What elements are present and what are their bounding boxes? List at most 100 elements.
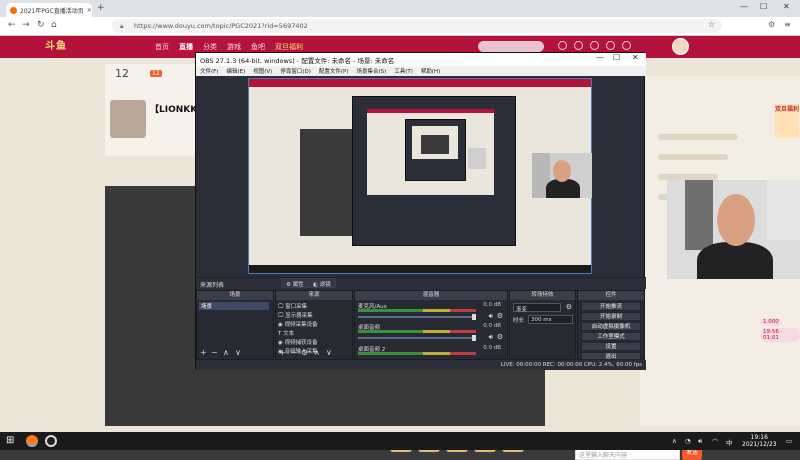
minimize-icon[interactable]: — — [740, 2, 748, 11]
volume-icon[interactable]: 🔊︎ — [698, 437, 702, 446]
mixer-header: 混音器 — [355, 291, 507, 300]
move-up-icon[interactable]: ∧ — [223, 348, 229, 357]
nav-category[interactable]: 分类 — [203, 42, 217, 52]
ime-icon[interactable]: 中 — [726, 437, 733, 447]
move-down-icon[interactable]: ∨ — [235, 348, 241, 357]
volume-slider[interactable] — [358, 337, 476, 339]
close-tab-icon[interactable]: ✕ — [87, 7, 92, 14]
captured-webcam — [468, 147, 487, 170]
close-icon[interactable]: ✕ — [632, 53, 639, 62]
maximize-icon[interactable]: ☐ — [760, 2, 767, 11]
remove-icon[interactable]: − — [211, 348, 218, 357]
exit-button[interactable]: 退出 — [581, 352, 641, 360]
slider-handle[interactable] — [472, 335, 476, 341]
firefox-icon[interactable] — [26, 435, 38, 447]
tray-chevron-icon[interactable]: ∧ — [672, 437, 677, 445]
slider-handle[interactable] — [472, 314, 476, 320]
studio-mode-button[interactable]: 工作室模式 — [581, 332, 641, 341]
duration-input[interactable]: 300 ms — [528, 315, 573, 324]
source-item[interactable]: ◉ 视频采集设备 — [278, 320, 318, 328]
channel-db: 0.0 dB — [483, 302, 501, 308]
menu-help[interactable]: 帮助(H) — [421, 67, 440, 75]
menu-docks[interactable]: 停靠窗口(D) — [280, 67, 311, 75]
address-bar[interactable]: 🔒︎ https://www.douyu.com/topic/PGC2021?r… — [112, 19, 722, 33]
maximize-icon[interactable]: ☐ — [613, 53, 620, 62]
network-icon[interactable]: ◔ — [685, 437, 691, 445]
source-toolbar-label: 来源列表 — [200, 282, 225, 289]
sources-header: 来源 — [276, 291, 352, 300]
source-label: 文本 — [283, 331, 295, 337]
obs-taskbar-icon[interactable] — [45, 435, 57, 447]
site-logo[interactable]: 斗鱼 — [45, 37, 110, 57]
virtual-camera-button[interactable]: 启动虚拟摄像机 — [581, 322, 641, 331]
new-tab-icon[interactable]: + — [97, 3, 105, 13]
back-icon[interactable]: ← — [8, 20, 16, 30]
nav-holiday[interactable]: 双旦福利 — [275, 42, 303, 52]
user-avatar[interactable] — [672, 38, 689, 55]
fan-badge: 12 — [150, 70, 162, 77]
extensions-icon[interactable]: ⚙ — [768, 20, 775, 29]
nav-live[interactable]: 直播 — [179, 42, 193, 52]
obs-menubar: 文件(F) 编辑(E) 视图(V) 停靠窗口(D) 配置文件(P) 场景集合(S… — [196, 66, 646, 76]
gear-icon[interactable]: ⚙ — [497, 312, 503, 320]
menu-scene-collection[interactable]: 场景集合(S) — [356, 67, 386, 75]
nav-games[interactable]: 游戏 — [227, 42, 241, 52]
remove-icon[interactable]: − — [290, 348, 297, 357]
task-icon[interactable] — [622, 41, 631, 50]
channel-db: 0.0 dB — [483, 345, 501, 351]
add-icon[interactable]: + — [200, 348, 207, 357]
start-streaming-button[interactable]: 开始推流 — [581, 302, 641, 311]
start-recording-button[interactable]: 开始录制 — [581, 312, 641, 321]
close-window-icon[interactable]: ✕ — [783, 2, 790, 11]
filters-button[interactable]: ◐ 滤镜 — [308, 278, 336, 288]
windows-start-icon[interactable]: ⊞ — [6, 436, 14, 446]
history-icon[interactable] — [558, 41, 567, 50]
notification-icon[interactable]: ▭ — [786, 437, 792, 445]
move-up-icon[interactable]: ∧ — [314, 348, 320, 357]
bookmark-star-icon[interactable]: ☆ — [708, 20, 715, 29]
wifi-icon[interactable]: ◠ — [712, 437, 718, 445]
speaker-icon[interactable]: 🔊︎ — [489, 312, 493, 321]
settings-button[interactable]: 设置 — [581, 342, 641, 351]
forward-icon[interactable]: → — [22, 20, 30, 30]
follow-icon[interactable] — [574, 41, 583, 50]
menu-profile[interactable]: 配置文件(P) — [319, 67, 349, 75]
menu-view[interactable]: 视图(V) — [253, 67, 272, 75]
source-item[interactable]: 🖵︎ 显示器采集 — [278, 311, 313, 320]
lottery-badge[interactable]: 双旦福利 — [775, 104, 799, 138]
gear-icon[interactable]: ⚙ — [301, 348, 308, 357]
add-icon[interactable]: + — [279, 348, 286, 357]
site-search-input[interactable] — [478, 41, 544, 52]
browser-tab[interactable]: 2021年PGC直播活动页 ✕ — [6, 3, 92, 17]
streamer-avatar[interactable] — [110, 100, 146, 138]
minimize-icon[interactable]: — — [596, 53, 604, 62]
gear-icon[interactable]: ⚙ — [566, 303, 572, 311]
download-icon[interactable] — [590, 41, 599, 50]
speaker-icon[interactable]: 🔊︎ — [489, 333, 493, 342]
nav-fishbar[interactable]: 鱼吧 — [251, 42, 265, 52]
nav-home[interactable]: 首页 — [155, 42, 169, 52]
properties-button[interactable]: ⚙ 属性 — [281, 278, 309, 288]
home-icon[interactable]: ⌂ — [51, 20, 57, 30]
taskbar-clock[interactable]: 19:16 2021/12/23 — [742, 434, 777, 448]
message-icon[interactable] — [606, 41, 615, 50]
move-down-icon[interactable]: ∨ — [326, 348, 332, 357]
menu-edit[interactable]: 编辑(E) — [226, 67, 245, 75]
menu-tools[interactable]: 工具(T) — [394, 67, 413, 75]
transitions-dock: 转场特效 渐变 ⚙ 时长 300 ms — [509, 290, 576, 360]
reload-icon[interactable]: ↻ — [37, 20, 45, 30]
source-item[interactable]: T 文本 — [278, 329, 294, 337]
scene-item[interactable]: 场景 — [199, 302, 269, 310]
douyu-favicon-icon — [10, 6, 17, 14]
filters-label: 滤镜 — [319, 282, 331, 288]
source-item[interactable]: 🖵︎ 窗口采集 — [278, 302, 307, 311]
source-label: 窗口采集 — [285, 304, 308, 310]
mixer-dock: 混音器 麦克风/Aux 0.0 dB 🔊︎ ⚙ 桌面音频 0.0 dB 🔊︎ ⚙… — [354, 290, 508, 360]
menu-icon[interactable]: ≡ — [784, 20, 791, 29]
gear-icon[interactable]: ⚙ — [497, 333, 503, 341]
source-item[interactable]: ◉ 视频捕获设备 — [278, 338, 318, 346]
volume-slider[interactable] — [358, 316, 476, 318]
transition-select[interactable]: 渐变 — [513, 303, 561, 313]
rank-row — [658, 134, 738, 140]
menu-file[interactable]: 文件(F) — [200, 67, 218, 75]
